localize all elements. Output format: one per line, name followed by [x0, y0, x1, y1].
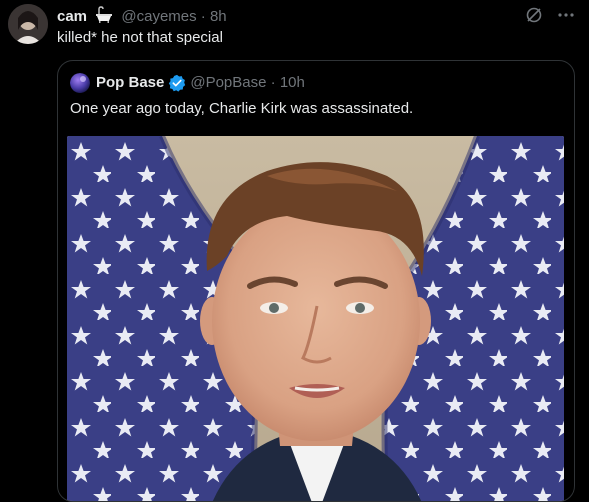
- quoted-media-image[interactable]: [67, 136, 564, 501]
- display-name[interactable]: cam: [57, 8, 87, 25]
- avatar[interactable]: [8, 4, 48, 44]
- quoted-display-name[interactable]: Pop Base: [96, 73, 164, 93]
- quoted-timestamp[interactable]: 10h: [280, 73, 305, 93]
- quoted-tweet-card[interactable]: Pop Base @PopBase · 10h One year ago tod…: [57, 60, 575, 502]
- separator-dot: ·: [266, 74, 280, 91]
- tweet-text: killed* he not that special: [57, 29, 223, 46]
- tweet-actions-top: [525, 6, 575, 24]
- grok-icon[interactable]: [525, 6, 543, 24]
- timestamp[interactable]: 8h: [210, 8, 227, 25]
- user-handle[interactable]: @cayemes: [121, 8, 196, 25]
- quoted-user-handle[interactable]: @PopBase: [190, 73, 266, 93]
- more-icon[interactable]: [557, 6, 575, 24]
- tweet-header: cam @cayemes · 8h: [57, 6, 227, 30]
- verified-badge-icon: [168, 74, 186, 92]
- separator-dot: ·: [200, 8, 210, 25]
- quoted-tweet-text: One year ago today, Charlie Kirk was ass…: [70, 100, 414, 117]
- quoted-tweet-header: Pop Base @PopBase · 10h: [70, 73, 305, 93]
- quoted-avatar[interactable]: [70, 73, 90, 93]
- bathtub-emoji-icon: [95, 6, 113, 30]
